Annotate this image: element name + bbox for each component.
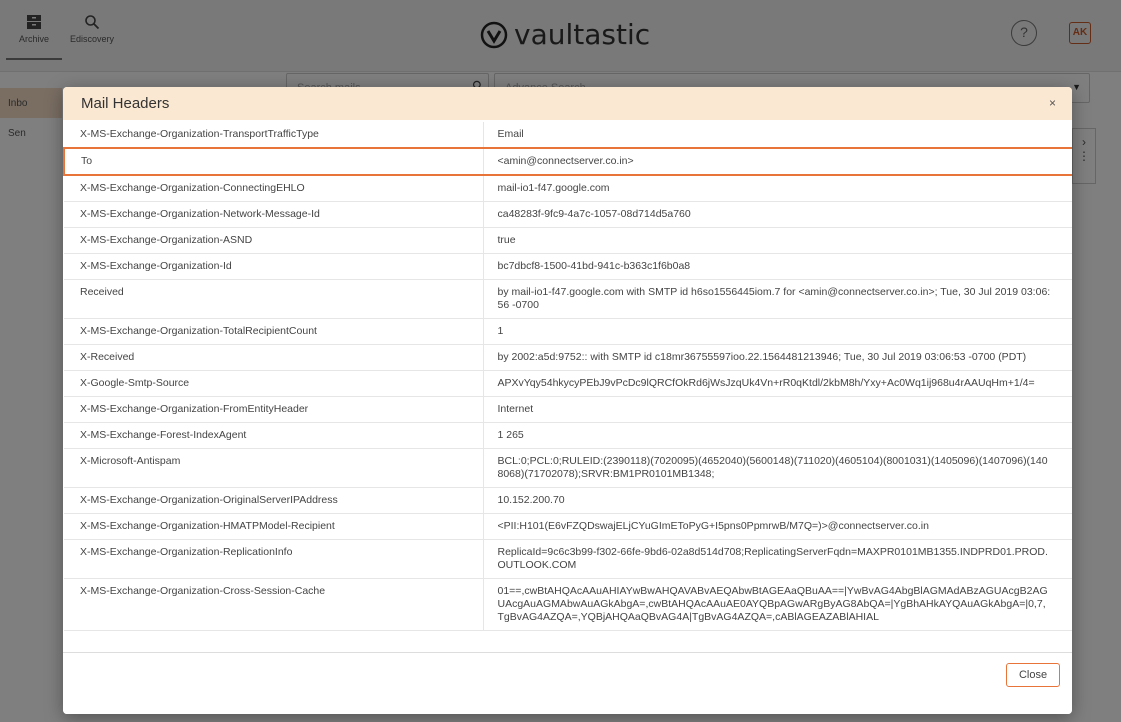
header-value: 10.152.200.70 bbox=[483, 487, 1072, 514]
header-name: X-MS-Exchange-Organization-OriginalServe… bbox=[64, 487, 484, 514]
close-button[interactable]: Close bbox=[1006, 663, 1060, 687]
header-name: X-Microsoft-Antispam bbox=[64, 448, 484, 488]
header-name: X-MS-Exchange-Organization-TransportTraf… bbox=[64, 122, 484, 149]
header-name: X-MS-Exchange-Forest-IndexAgent bbox=[64, 422, 484, 449]
table-row: X-MS-Exchange-Organization-HMATPModel-Re… bbox=[64, 513, 1072, 540]
headers-table-container[interactable]: X-MS-Exchange-Organization-TransportTraf… bbox=[63, 122, 1072, 652]
table-row: X-MS-Exchange-Forest-IndexAgent 1 265 bbox=[64, 422, 1072, 449]
table-row: X-MS-Exchange-Organization-ASND true bbox=[64, 227, 1072, 254]
table-row: X-MS-Exchange-Organization-ReplicationIn… bbox=[64, 539, 1072, 579]
header-name: X-MS-Exchange-Organization-Network-Messa… bbox=[64, 201, 484, 228]
header-name: Received bbox=[64, 279, 484, 319]
header-name: X-MS-Exchange-Organization-HMATPModel-Re… bbox=[64, 513, 484, 540]
header-value: ca48283f-9fc9-4a7c-1057-08d714d5a760 bbox=[483, 201, 1072, 228]
close-icon[interactable]: × bbox=[1049, 96, 1056, 110]
header-name: X-Google-Smtp-Source bbox=[64, 370, 484, 397]
header-value: Email bbox=[483, 122, 1072, 149]
dialog-title: Mail Headers bbox=[81, 95, 170, 112]
table-row: X-MS-Exchange-Organization-Id bc7dbcf8-15… bbox=[64, 253, 1072, 280]
header-value: <PII:H101(E6vFZQDswajELjCYuGImEToPyG+I5p… bbox=[483, 513, 1072, 540]
header-name: X-MS-Exchange-Organization-ConnectingEHL… bbox=[64, 175, 484, 202]
table-row: X-Google-Smtp-Source APXvYqy54hkycyPEbJ9v… bbox=[64, 370, 1072, 397]
header-name: X-MS-Exchange-Organization-FromEntityHea… bbox=[64, 396, 484, 423]
header-name: X-Received bbox=[64, 344, 484, 371]
table-row: X-MS-Exchange-Organization-Cross-Session… bbox=[64, 578, 1072, 631]
dialog-footer: Close bbox=[63, 652, 1072, 714]
table-row: X-MS-Exchange-Organization-TransportTraf… bbox=[64, 122, 1072, 149]
header-value: by 2002:a5d:9752:: with SMTP id c18mr367… bbox=[483, 344, 1072, 371]
header-name: X-MS-Exchange-Organization-ReplicationIn… bbox=[64, 539, 484, 579]
header-value: true bbox=[483, 227, 1072, 254]
mail-headers-dialog: Mail Headers × X-MS-Exchange-Organizatio… bbox=[63, 87, 1072, 714]
table-row: Received by mail-io1-f47.google.com with … bbox=[64, 279, 1072, 319]
header-value: mail-io1-f47.google.com bbox=[483, 175, 1072, 202]
header-value: by mail-io1-f47.google.com with SMTP id … bbox=[483, 279, 1072, 319]
header-value: APXvYqy54hkycyPEbJ9vPcDc9lQRCfOkRd6jWsJz… bbox=[483, 370, 1072, 397]
header-value: bc7dbcf8-1500-41bd-941c-b363c1f6b0a8 bbox=[483, 253, 1072, 280]
header-name: X-MS-Exchange-Organization-TotalRecipien… bbox=[64, 318, 484, 345]
header-name: To bbox=[63, 147, 484, 176]
header-value: 01==,cwBtAHQAcAAuAHIAYwBwAHQAVABvAEQAbwB… bbox=[483, 578, 1072, 631]
header-value: BCL:0;PCL:0;RULEID:(2390118)(7020095)(46… bbox=[483, 448, 1072, 488]
header-name: X-MS-Exchange-Organization-Id bbox=[64, 253, 484, 280]
table-row: X-Microsoft-Antispam BCL:0;PCL:0;RULEID:(… bbox=[64, 448, 1072, 488]
table-row: To <amin@connectserver.co.in> bbox=[63, 147, 1072, 176]
table-row: X-MS-Exchange-Organization-OriginalServe… bbox=[64, 487, 1072, 514]
header-name: X-MS-Exchange-Organization-ASND bbox=[64, 227, 484, 254]
header-value: 1 265 bbox=[483, 422, 1072, 449]
dialog-header: Mail Headers × bbox=[63, 87, 1072, 120]
header-value: ReplicaId=9c6c3b99-f302-66fe-9bd6-02a8d5… bbox=[483, 539, 1072, 579]
header-name: X-MS-Exchange-Organization-Cross-Session… bbox=[64, 578, 484, 631]
headers-table: X-MS-Exchange-Organization-TransportTraf… bbox=[63, 122, 1072, 631]
table-row: X-MS-Exchange-Organization-Network-Messa… bbox=[64, 201, 1072, 228]
table-row: X-MS-Exchange-Organization-FromEntityHea… bbox=[64, 396, 1072, 423]
header-value: 1 bbox=[483, 318, 1072, 345]
header-value: <amin@connectserver.co.in> bbox=[483, 147, 1072, 176]
header-value: Internet bbox=[483, 396, 1072, 423]
table-row: X-MS-Exchange-Organization-TotalRecipien… bbox=[64, 318, 1072, 345]
table-row: X-MS-Exchange-Organization-ConnectingEHL… bbox=[64, 175, 1072, 202]
table-row: X-Received by 2002:a5d:9752:: with SMTP i… bbox=[64, 344, 1072, 371]
